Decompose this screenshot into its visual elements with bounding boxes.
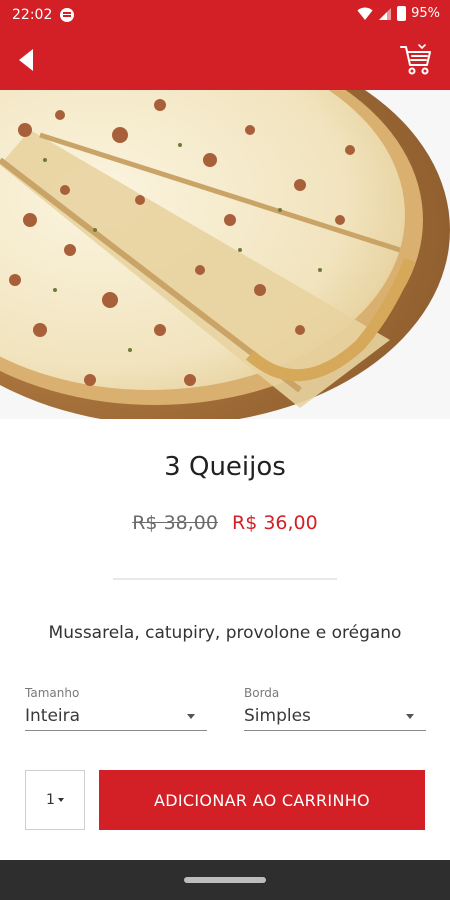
size-select-value: Inteira bbox=[25, 706, 81, 726]
border-select-label: Borda bbox=[244, 686, 280, 700]
product-title: 3 Queijos bbox=[164, 452, 286, 482]
size-select-label: Tamanho bbox=[25, 686, 80, 700]
current-price: R$ 36,00 bbox=[232, 512, 318, 534]
status-bar: 22:02 95% bbox=[0, 0, 450, 30]
signal-icon bbox=[379, 7, 392, 20]
back-arrow-icon bbox=[19, 49, 33, 71]
cart-icon bbox=[400, 44, 431, 75]
home-gesture-handle[interactable] bbox=[184, 877, 266, 883]
old-price: R$ 38,00 bbox=[132, 512, 218, 534]
select-underline bbox=[25, 730, 207, 731]
dropdown-arrow-icon bbox=[406, 714, 414, 719]
dropdown-arrow-icon bbox=[187, 714, 195, 719]
quantity-select[interactable]: 1 bbox=[25, 770, 85, 830]
pizza-photo bbox=[0, 90, 450, 419]
cart-button[interactable] bbox=[396, 40, 436, 80]
quantity-value: 1 bbox=[46, 792, 55, 808]
product-description: Mussarela, catupiry, provolone e orégano bbox=[48, 623, 402, 643]
product-image bbox=[0, 90, 450, 419]
dropdown-caret-icon bbox=[57, 798, 64, 802]
back-button[interactable] bbox=[8, 42, 44, 78]
price-row: R$ 38,00 R$ 36,00 bbox=[0, 512, 450, 534]
border-select[interactable]: Borda Simples bbox=[244, 686, 426, 732]
select-underline bbox=[244, 730, 426, 731]
status-indicators: 95% bbox=[357, 6, 440, 21]
divider bbox=[113, 578, 337, 580]
status-time: 22:02 bbox=[12, 7, 53, 23]
app-notification-icon bbox=[60, 8, 74, 22]
add-to-cart-button[interactable]: ADICIONAR AO CARRINHO bbox=[99, 770, 425, 830]
battery-icon bbox=[397, 6, 407, 21]
wifi-icon bbox=[357, 7, 373, 20]
app-bar bbox=[0, 30, 450, 90]
border-select-value: Simples bbox=[244, 706, 311, 726]
system-nav-bar bbox=[0, 860, 450, 900]
size-select[interactable]: Tamanho Inteira bbox=[25, 686, 207, 732]
battery-percent: 95% bbox=[411, 6, 440, 21]
